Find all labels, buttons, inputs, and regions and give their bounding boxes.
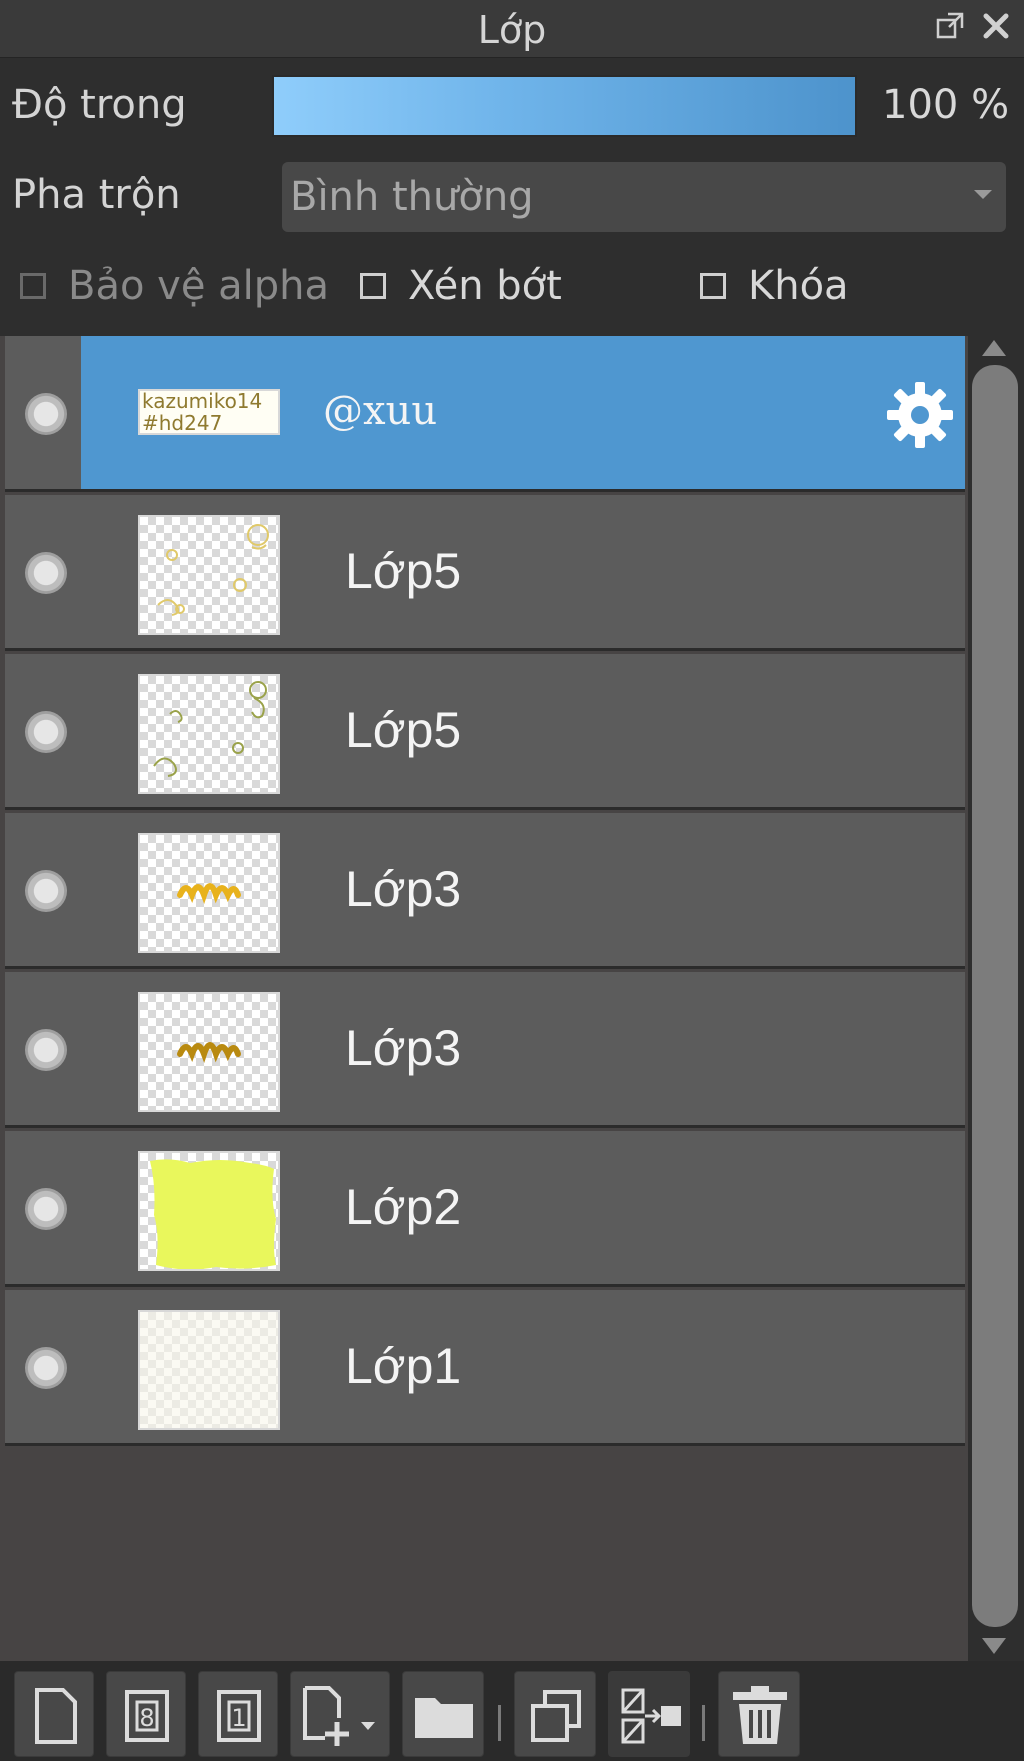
layer-name: Lớp1: [345, 1338, 462, 1394]
new-folder-button[interactable]: [402, 1671, 484, 1757]
layer-thumbnail: [138, 1151, 280, 1271]
visibility-toggle[interactable]: [25, 711, 67, 753]
layer-thumbnail: [138, 515, 280, 635]
layer-name: Lớp3: [345, 1020, 462, 1076]
delete-layer-icon: [733, 1686, 787, 1744]
layer-name: Lớp3: [345, 861, 462, 917]
new-8bit-layer-icon: 8: [125, 1690, 169, 1742]
layer-row[interactable]: Lớp1: [5, 1290, 965, 1446]
chevron-down-icon: [974, 190, 992, 199]
visibility-toggle[interactable]: [25, 870, 67, 912]
toolbar-divider: [498, 1705, 501, 1741]
protect-alpha-label: Bảo vệ alpha: [68, 263, 330, 309]
checkbox-box: [360, 273, 386, 299]
panel-titlebar: Lớp: [0, 0, 1024, 58]
merge-layer-icon: [621, 1688, 681, 1744]
duplicate-layer-button[interactable]: [514, 1671, 596, 1757]
visibility-toggle[interactable]: [25, 1029, 67, 1071]
badge-8: 8: [139, 1704, 154, 1732]
layer-thumbnail: [138, 1310, 280, 1430]
thumbnail-scribble: [177, 883, 241, 904]
lock-label: Khóa: [748, 263, 849, 309]
blend-mode-select[interactable]: Bình thường: [282, 162, 1006, 232]
duplicate-layer-icon: [531, 1690, 581, 1742]
layer-thumbnail: [138, 833, 280, 953]
layer-list: kazumiko14 #hd247 @xuu Lớp5 Lớp5 Lớp3 Lớ…: [0, 336, 968, 1661]
layer-row[interactable]: Lớp2: [5, 1131, 965, 1287]
layer-thumbnail: [138, 992, 280, 1112]
close-icon[interactable]: [980, 10, 1012, 42]
layer-name: Lớp2: [345, 1179, 462, 1235]
opacity-slider[interactable]: [272, 75, 857, 137]
layer-thumbnail: [138, 674, 280, 794]
layer-row[interactable]: Lớp5: [5, 654, 965, 810]
thumbnail-scribble: [177, 1042, 241, 1063]
opacity-value: 100 %: [882, 82, 1010, 128]
delete-layer-button[interactable]: [718, 1671, 800, 1757]
checkbox-box: [700, 273, 726, 299]
gear-icon[interactable]: [885, 380, 955, 450]
layer-name: @xuu: [323, 388, 438, 434]
protect-alpha-checkbox[interactable]: Bảo vệ alpha: [20, 263, 329, 309]
add-layer-menu-button[interactable]: [290, 1671, 390, 1757]
checkbox-box: [20, 273, 46, 299]
thumbnail-fill: [150, 1159, 276, 1269]
blend-mode-value: Bình thường: [290, 174, 534, 220]
clipping-label: Xén bớt: [408, 263, 562, 309]
merge-layer-button[interactable]: [608, 1671, 690, 1757]
new-1bit-layer-icon: 1: [217, 1690, 261, 1742]
layer-row[interactable]: Lớp3: [5, 972, 965, 1128]
layer-toolbar: 8 1: [0, 1661, 1024, 1761]
layer-row[interactable]: Lớp5: [5, 495, 965, 651]
layer-row-xuu[interactable]: kazumiko14 #hd247 @xuu: [5, 336, 965, 492]
layer-name: Lớp5: [345, 702, 462, 758]
scrollbar-thumb[interactable]: [972, 365, 1018, 1627]
visibility-toggle[interactable]: [25, 1347, 67, 1389]
clipping-checkbox[interactable]: Xén bớt: [360, 263, 562, 309]
new-layer-icon: [35, 1688, 77, 1744]
panel-title: Lớp: [477, 8, 547, 52]
opacity-label: Độ trong: [12, 82, 187, 128]
float-window-icon[interactable]: [934, 10, 966, 42]
scroll-up-icon[interactable]: [982, 340, 1006, 356]
new-1bit-layer-button[interactable]: 1: [198, 1671, 278, 1757]
toolbar-divider: [702, 1705, 705, 1741]
new-layer-button[interactable]: [14, 1671, 94, 1757]
new-folder-icon: [415, 1698, 473, 1738]
layer-name: Lớp5: [345, 543, 462, 599]
add-layer-menu-icon: [303, 1686, 375, 1746]
thumbnail-doodles: [153, 681, 267, 777]
scroll-down-icon[interactable]: [982, 1638, 1006, 1654]
blend-label: Pha trộn: [12, 172, 181, 218]
visibility-toggle[interactable]: [25, 552, 67, 594]
lock-checkbox[interactable]: Khóa: [700, 263, 849, 309]
thumb-text-line: #hd247: [142, 411, 223, 435]
thumbnail-sparkles: [157, 524, 269, 616]
layer-row[interactable]: Lớp3: [5, 813, 965, 969]
badge-1: 1: [231, 1704, 246, 1732]
visibility-toggle[interactable]: [25, 393, 67, 435]
visibility-toggle[interactable]: [25, 1188, 67, 1230]
new-8bit-layer-button[interactable]: 8: [106, 1671, 186, 1757]
layer-thumbnail: kazumiko14 #hd247: [138, 389, 280, 435]
thumb-text-line: kazumiko14: [142, 389, 263, 413]
